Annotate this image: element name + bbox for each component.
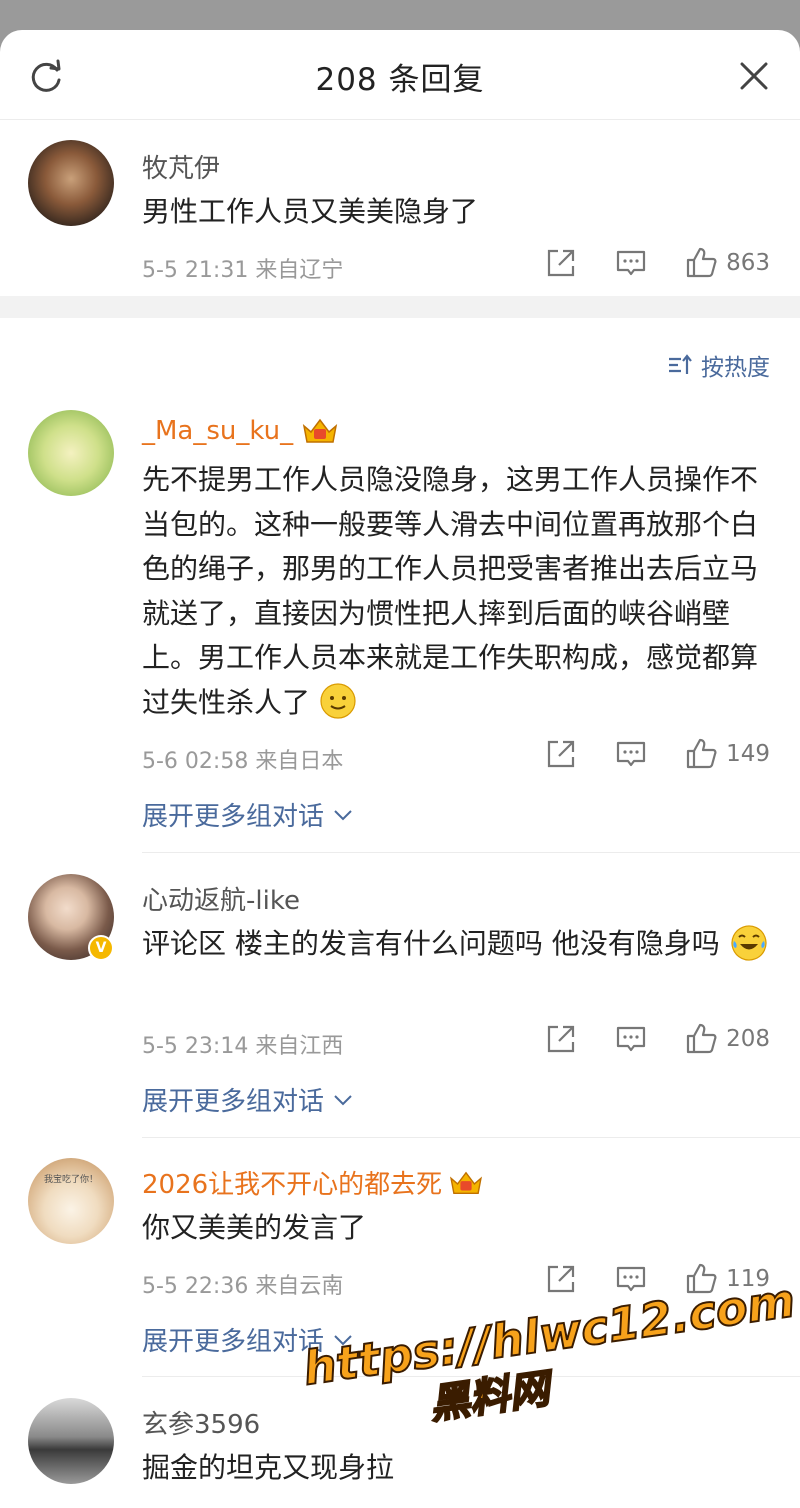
comment-actions: 208: [544, 1022, 770, 1056]
share-icon[interactable]: [544, 1262, 578, 1296]
replies-sheet: 208 条回复 牧芃伊 男性工作人员又美美隐身了 5-5 21:31 来自辽宁 …: [0, 30, 800, 1508]
comment-icon[interactable]: [614, 1022, 648, 1056]
like-icon[interactable]: [684, 246, 718, 280]
expand-label: 展开更多组对话: [142, 802, 325, 832]
share-icon[interactable]: [544, 1022, 578, 1056]
avatar[interactable]: [28, 140, 114, 226]
avatar[interactable]: 我宝吃了你！: [28, 1158, 114, 1244]
username[interactable]: _Ma_su_ku_: [142, 416, 339, 446]
comment-icon[interactable]: [614, 246, 648, 280]
like-count: 208: [726, 1026, 770, 1052]
close-icon[interactable]: [734, 56, 774, 96]
laugh-cry-emoji-icon: [731, 925, 767, 961]
comment-icon[interactable]: [614, 1262, 648, 1296]
username[interactable]: 牧芃伊: [142, 148, 220, 185]
expand-label: 展开更多组对话: [142, 1327, 325, 1357]
like-count: 149: [726, 741, 770, 767]
like-icon[interactable]: [684, 1022, 718, 1056]
comment-meta: 5-5 21:31 来自辽宁: [142, 258, 344, 283]
expand-conversation-link[interactable]: 展开更多组对话: [142, 796, 354, 833]
comment-text-content: 评论区 楼主的发言有什么问题吗 他没有隐身吗: [142, 927, 720, 960]
comment-actions: 149: [544, 737, 770, 771]
comment-text: 先不提男工作人员隐没隐身，这男工作人员操作不当包的。这种一般要等人滑去中间位置再…: [142, 458, 762, 725]
sort-label: 按热度: [701, 355, 770, 381]
like-count: 863: [726, 250, 770, 276]
comment-meta: 5-6 02:58 来自日本: [142, 749, 344, 774]
expand-conversation-link[interactable]: 展开更多组对话: [142, 1081, 354, 1118]
crown-badge-icon: [450, 1171, 483, 1194]
avatar-caption: 我宝吃了你！: [43, 1175, 98, 1185]
comment-text: 男性工作人员又美美隐身了: [142, 195, 479, 228]
username[interactable]: 2026让我不开心的都去死: [142, 1164, 484, 1201]
sheet-title: 208 条回复: [315, 62, 485, 98]
avatar[interactable]: [28, 1398, 114, 1484]
comment-icon[interactable]: [614, 737, 648, 771]
expand-label: 展开更多组对话: [142, 1087, 325, 1117]
sort-icon: [669, 354, 692, 374]
share-icon[interactable]: [544, 246, 578, 280]
smile-emoji-icon: [320, 682, 356, 719]
comment-meta: 5-5 22:36 来自云南: [142, 1274, 344, 1299]
chevron-down-icon: [334, 1094, 352, 1105]
username[interactable]: 心动返航-like: [142, 880, 300, 917]
comment-text-content: 先不提男工作人员隐没隐身，这男工作人员操作不当包的。这种一般要等人滑去中间位置再…: [142, 463, 759, 719]
comment-text: 你又美美的发言了: [142, 1211, 367, 1244]
comment-text: 评论区 楼主的发言有什么问题吗 他没有隐身吗: [142, 922, 772, 967]
crown-badge-icon: [302, 418, 338, 443]
sort-toggle[interactable]: 按热度: [667, 348, 770, 382]
verified-badge-icon: V: [88, 935, 114, 961]
comment-meta: 5-5 23:14 来自江西: [142, 1034, 344, 1059]
sheet-header: 208 条回复: [0, 30, 800, 120]
like-icon[interactable]: [684, 737, 718, 771]
username[interactable]: 玄参3596: [142, 1404, 260, 1441]
avatar[interactable]: [28, 410, 114, 496]
divider: [142, 1137, 800, 1138]
divider: [142, 852, 800, 853]
username-text: _Ma_su_ku_: [142, 416, 294, 446]
share-icon[interactable]: [544, 737, 578, 771]
section-separator: [0, 296, 800, 318]
original-comment: 牧芃伊 男性工作人员又美美隐身了 5-5 21:31 来自辽宁 863: [0, 120, 800, 296]
chevron-down-icon: [334, 809, 352, 820]
username-text: 2026让我不开心的都去死: [142, 1170, 443, 1200]
comment-actions: 863: [544, 246, 770, 280]
